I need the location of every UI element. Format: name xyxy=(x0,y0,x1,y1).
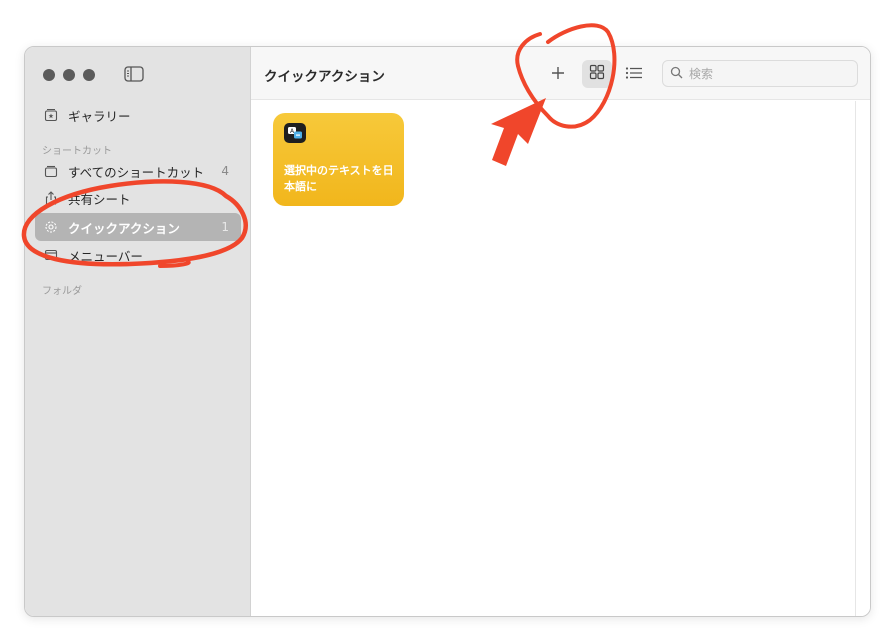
search-icon xyxy=(670,64,683,83)
zoom-window-button[interactable] xyxy=(83,69,95,81)
sidebar-item-all-shortcuts[interactable]: すべてのショートカット 4 xyxy=(35,157,241,185)
sidebar-item-label: クイックアクション xyxy=(68,220,180,236)
sidebar: ギャラリー ショートカット すべてのショートカット 4 共有シート クイックアク… xyxy=(25,47,251,616)
stack-icon xyxy=(43,163,59,179)
list-view-icon xyxy=(625,65,643,84)
plus-icon xyxy=(551,65,565,84)
search-field[interactable] xyxy=(662,60,858,87)
sidebar-toggle-icon[interactable] xyxy=(124,66,144,82)
main-content: クイックアクション 検索 A 選択中のテキストを日本語に xyxy=(251,47,870,616)
sidebar-item-label: 共有シート xyxy=(68,191,131,207)
gallery-icon xyxy=(43,107,59,123)
close-window-button[interactable] xyxy=(43,69,55,81)
item-count: 1 xyxy=(221,220,229,234)
section-label-folders: フォルダ xyxy=(42,286,82,297)
search-input[interactable] xyxy=(689,66,849,81)
sidebar-item-label: メニューバー xyxy=(68,248,143,264)
shortcut-card[interactable]: A 選択中のテキストを日本語に xyxy=(273,113,404,206)
sidebar-item-gallery[interactable]: ギャラリー xyxy=(35,101,241,129)
item-count: 4 xyxy=(221,164,229,178)
scrollbar-track[interactable] xyxy=(855,101,856,616)
sidebar-item-label: すべてのショートカット xyxy=(68,164,205,180)
window-controls xyxy=(43,69,95,81)
list-view-button[interactable] xyxy=(619,60,649,88)
sidebar-item-label: ギャラリー xyxy=(68,108,131,124)
add-shortcut-button[interactable] xyxy=(543,60,573,88)
sidebar-item-menu-bar[interactable]: メニューバー xyxy=(35,241,241,269)
toolbar: クイックアクション xyxy=(251,47,870,100)
shortcut-title: 選択中のテキストを日本語に xyxy=(284,164,394,193)
sidebar-item-share-sheet[interactable]: 共有シート xyxy=(35,184,241,212)
minimize-window-button[interactable] xyxy=(63,69,75,81)
menu-bar-icon xyxy=(43,247,59,263)
grid-view-icon xyxy=(589,64,605,84)
translate-icon: A xyxy=(284,123,306,143)
gear-icon xyxy=(43,219,59,235)
section-label-shortcuts: ショートカット xyxy=(42,146,112,157)
share-icon xyxy=(43,190,59,206)
page-title: クイックアクション xyxy=(264,69,385,85)
grid-view-button[interactable] xyxy=(582,60,612,88)
shortcuts-window: ギャラリー ショートカット すべてのショートカット 4 共有シート クイックアク… xyxy=(24,46,871,617)
sidebar-item-quick-actions[interactable]: クイックアクション 1 xyxy=(35,213,241,241)
